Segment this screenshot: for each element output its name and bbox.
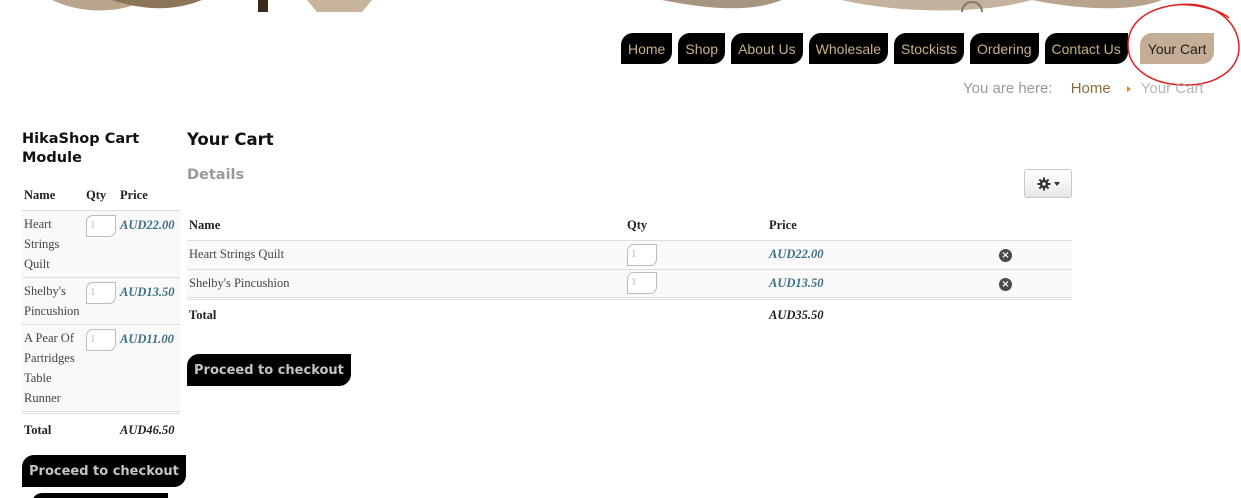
breadcrumb-home-link[interactable]: Home [1071, 80, 1111, 97]
module-qty-input[interactable]: 1 [86, 214, 116, 237]
cart-table-header: Name Qty Price [187, 212, 1072, 241]
settings-dropdown-button[interactable] [1024, 169, 1072, 198]
nav-shop[interactable]: Shop [678, 33, 726, 64]
nav-wholesale[interactable]: Wholesale [808, 33, 889, 64]
module-title: HikaShop Cart Module [22, 131, 140, 166]
breadcrumb-prefix: You are here: [963, 80, 1053, 97]
header-banner [22, 0, 1220, 12]
module-total-row: Total AUD46.50 [22, 410, 180, 443]
cart-table-row: Shelby's Pincushion 1 AUD13.50 × [187, 269, 1072, 299]
module-checkout-button[interactable]: Proceed to checkout [22, 455, 186, 487]
breadcrumb-current: Your Cart [1140, 80, 1204, 97]
nav-stockists[interactable]: Stockists [894, 33, 965, 64]
module-item-price: AUD11.00 [118, 324, 180, 413]
cart-total-label: Total [187, 296, 625, 332]
module-item-name: Heart Strings Quilt [22, 210, 84, 278]
nav-your-cart[interactable]: Your Cart [1139, 33, 1215, 64]
cart-table-row: Heart Strings Quilt 1 AUD22.00 × [187, 240, 1072, 270]
details-heading: Details [187, 167, 245, 183]
cart-qty-input[interactable]: 1 [627, 272, 657, 294]
cart-col-name: Name [187, 212, 625, 241]
module-secondary-button[interactable] [32, 493, 168, 498]
nav-home[interactable]: Home [621, 33, 673, 64]
module-item-name: Shelby's Pincushion [22, 277, 84, 325]
nav-contact-us[interactable]: Contact Us [1044, 33, 1128, 64]
cart-item-name: Heart Strings Quilt [187, 240, 625, 270]
module-col-name: Name [22, 182, 84, 211]
module-col-qty: Qty [84, 182, 118, 211]
module-qty-input[interactable]: 1 [86, 328, 116, 351]
module-table-row: A Pear Of Partridges Table Runner 1 AUD1… [22, 324, 180, 413]
cart-total-value: AUD35.50 [767, 296, 997, 332]
breadcrumb-separator-icon [1126, 86, 1131, 93]
remove-icon[interactable]: × [999, 249, 1012, 262]
cart-table: Name Qty Price Heart Strings Quilt 1 AUD… [187, 212, 1072, 332]
nav-about-us[interactable]: About Us [731, 33, 803, 64]
module-qty-input[interactable]: 1 [86, 281, 116, 304]
module-item-price: AUD22.00 [118, 210, 180, 278]
chevron-down-icon [1053, 181, 1060, 186]
nav-ordering[interactable]: Ordering [970, 33, 1039, 64]
cart-qty-input[interactable]: 1 [627, 243, 657, 266]
cart-total-row: Total AUD35.50 [187, 296, 1072, 332]
page-title: Your Cart [187, 130, 274, 149]
cart-module: HikaShop Cart Module Name Qty Price Hear… [22, 130, 180, 443]
module-total-value: AUD46.50 [118, 410, 180, 443]
breadcrumb: You are here: Home Your Cart [963, 80, 1204, 97]
remove-icon[interactable]: × [999, 277, 1012, 291]
cart-item-price: AUD13.50 [767, 269, 997, 299]
gear-icon [1037, 177, 1050, 190]
module-table-row: Heart Strings Quilt 1 AUD22.00 [22, 210, 180, 278]
module-col-price: Price [118, 182, 180, 211]
main-nav: Home Shop About Us Wholesale Stockists O… [621, 33, 1215, 64]
module-cart-table: Name Qty Price Heart Strings Quilt 1 AUD… [22, 182, 180, 443]
cart-main: Your Cart Details Name Qty Price Heart S… [187, 130, 1072, 386]
cart-col-qty: Qty [625, 212, 767, 241]
checkout-button[interactable]: Proceed to checkout [187, 354, 351, 386]
module-table-row: Shelby's Pincushion 1 AUD13.50 [22, 277, 180, 325]
module-table-header: Name Qty Price [22, 182, 180, 211]
cart-col-price: Price [767, 212, 997, 241]
cart-item-price: AUD22.00 [767, 240, 997, 270]
module-item-price: AUD13.50 [118, 277, 180, 325]
cart-item-name: Shelby's Pincushion [187, 269, 625, 299]
module-item-name: A Pear Of Partridges Table Runner [22, 324, 84, 413]
module-total-label: Total [22, 410, 84, 443]
